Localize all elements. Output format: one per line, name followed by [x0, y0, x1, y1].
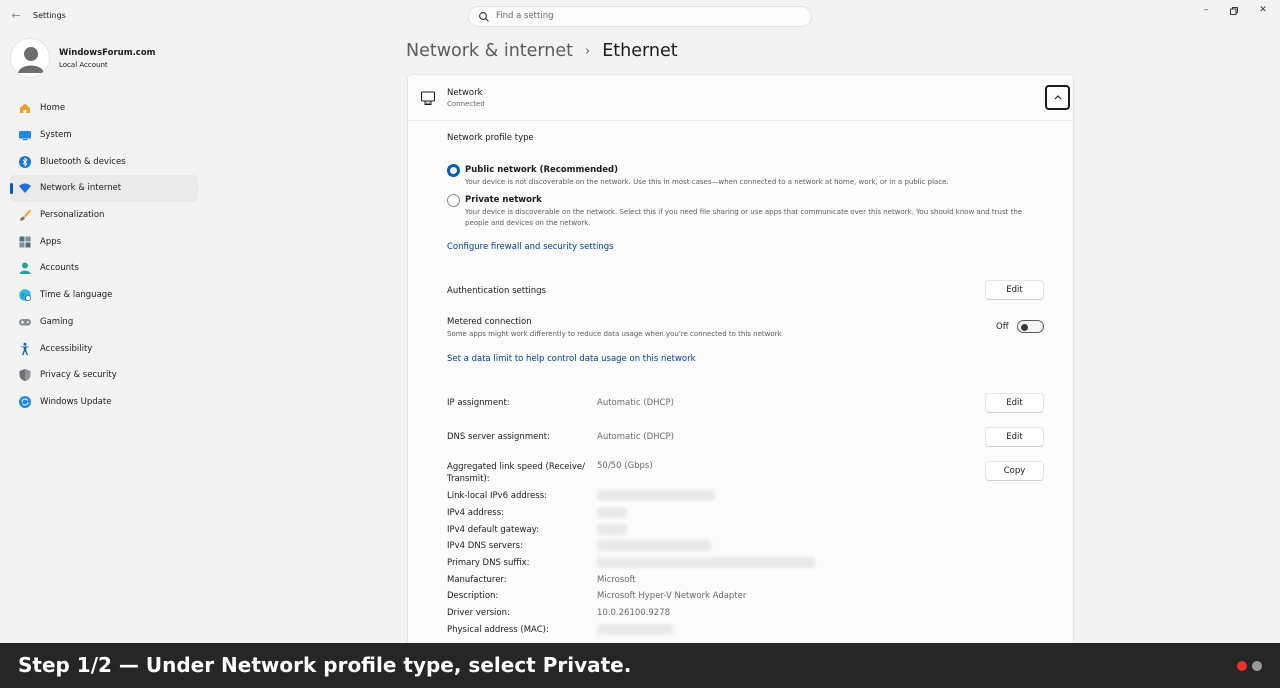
wifi-icon: [19, 183, 31, 194]
account-card[interactable]: WindowsForum.com Local Account: [10, 38, 210, 80]
sidebar-item-windows-update[interactable]: Windows Update: [10, 389, 198, 416]
search-box[interactable]: Find a setting: [468, 6, 812, 27]
sidebar-item-personalization[interactable]: Personalization: [10, 202, 198, 229]
sidebar-nav: Home System Bluetooth & devices Network …: [10, 95, 198, 415]
chevron-right-icon: ›: [585, 43, 591, 59]
step-indicator-inactive: [1252, 661, 1262, 671]
metered-toggle-state: Off: [996, 322, 1009, 332]
close-icon[interactable]: ✕: [1255, 5, 1271, 17]
network-title: Network: [447, 88, 483, 98]
minimize-icon[interactable]: –: [1198, 5, 1214, 17]
sidebar-item-accessibility[interactable]: Accessibility: [10, 335, 198, 362]
ip-assignment-label: IP assignment:: [447, 398, 510, 408]
network-card-header[interactable]: Network Connected: [408, 75, 1073, 121]
sidebar-item-home[interactable]: Home: [10, 95, 198, 122]
redacted-value: [597, 490, 715, 501]
step-instruction: Step 1/2 — Under Network profile type, s…: [18, 653, 632, 677]
chevron-up-icon: [1054, 95, 1061, 100]
property-label: IPv4 default gateway:: [447, 525, 539, 535]
accessibility-icon: [20, 342, 30, 355]
collapse-button[interactable]: [1045, 85, 1070, 110]
brush-icon: [20, 209, 31, 221]
globe-icon: [19, 289, 31, 302]
property-value: Microsoft: [597, 575, 636, 585]
account-type: Local Account: [59, 61, 108, 69]
redacted-value: [597, 507, 627, 518]
gamepad-icon: [19, 318, 31, 326]
tutorial-step-banner: Step 1/2 — Under Network profile type, s…: [0, 643, 1280, 688]
search-icon: [479, 12, 489, 22]
property-label: IPv4 DNS servers:: [447, 541, 523, 551]
shield-icon: [19, 369, 31, 382]
system-icon: [19, 131, 31, 141]
apps-icon: [19, 236, 31, 248]
copy-button[interactable]: Copy: [985, 461, 1044, 481]
public-network-radio[interactable]: [447, 164, 460, 177]
network-status: Connected: [447, 100, 485, 108]
sidebar-item-gaming[interactable]: Gaming: [10, 309, 198, 336]
avatar: [10, 38, 50, 78]
property-value: Microsoft Hyper-V Network Adapter: [597, 591, 747, 601]
authentication-settings-label: Authentication settings: [447, 286, 546, 296]
account-name: WindowsForum.com: [59, 48, 156, 58]
redacted-value: [597, 624, 673, 635]
property-label: Primary DNS suffix:: [447, 558, 530, 568]
property-label: IPv4 address:: [447, 508, 505, 518]
dns-edit-button[interactable]: Edit: [985, 427, 1044, 447]
accounts-icon: [19, 262, 31, 275]
page-title: Ethernet: [602, 41, 678, 61]
property-label: Link-local IPv6 address:: [447, 491, 548, 501]
link-speed-label-line1: Aggregated link speed (Receive/: [447, 462, 585, 472]
dns-assignment-value: Automatic (DHCP): [597, 432, 674, 442]
private-network-desc-line2: people and devices on the network.: [465, 219, 591, 227]
restore-icon[interactable]: [1226, 5, 1242, 17]
link-speed-label-line2: Transmit):: [447, 474, 490, 484]
app-title: Settings: [33, 11, 66, 20]
property-label: Description:: [447, 591, 499, 601]
network-card: Network Connected Network profile type P…: [407, 74, 1074, 688]
bluetooth-icon: [19, 155, 31, 168]
sidebar-item-time-language[interactable]: Time & language: [10, 282, 198, 309]
property-label: Physical address (MAC):: [447, 625, 549, 635]
sidebar-item-apps[interactable]: Apps: [10, 228, 198, 255]
public-network-label[interactable]: Public network (Recommended): [465, 165, 618, 175]
update-icon: [19, 395, 31, 408]
metered-connection-toggle[interactable]: [1017, 320, 1044, 333]
step-indicator-active: [1237, 661, 1247, 671]
breadcrumb: Network & internet › Ethernet: [406, 38, 678, 64]
profile-type-label: Network profile type: [447, 133, 534, 143]
ip-edit-button[interactable]: Edit: [985, 393, 1044, 413]
breadcrumb-parent[interactable]: Network & internet: [406, 41, 573, 61]
link-speed-value: 50/50 (Gbps): [597, 461, 653, 471]
sidebar-item-network[interactable]: Network & internet: [10, 175, 198, 202]
sidebar-item-accounts[interactable]: Accounts: [10, 255, 198, 282]
ip-assignment-value: Automatic (DHCP): [597, 398, 674, 408]
search-input[interactable]: Find a setting: [496, 11, 554, 21]
firewall-settings-link[interactable]: Configure firewall and security settings: [447, 242, 614, 252]
private-network-radio[interactable]: [447, 194, 460, 207]
metered-connection-desc: Some apps might work differently to redu…: [447, 330, 782, 338]
metered-connection-label: Metered connection: [447, 317, 532, 327]
dns-assignment-label: DNS server assignment:: [447, 432, 550, 442]
redacted-value: [597, 557, 815, 568]
auth-edit-button[interactable]: Edit: [985, 280, 1044, 300]
back-arrow-icon[interactable]: ←: [8, 9, 24, 23]
property-value: 10.0.26100.9278: [597, 608, 671, 618]
sidebar-item-privacy[interactable]: Privacy & security: [10, 362, 198, 389]
public-network-desc: Your device is not discoverable on the n…: [465, 178, 949, 186]
home-icon: [20, 103, 30, 114]
sidebar-item-bluetooth[interactable]: Bluetooth & devices: [10, 148, 198, 175]
sidebar-item-system[interactable]: System: [10, 122, 198, 149]
title-bar: ← Settings Find a setting – ✕: [0, 0, 1280, 32]
redacted-value: [597, 540, 711, 551]
private-network-label[interactable]: Private network: [465, 195, 542, 205]
property-label: Manufacturer:: [447, 575, 507, 585]
ethernet-icon: [421, 91, 435, 105]
property-label: Driver version:: [447, 608, 510, 618]
data-limit-link[interactable]: Set a data limit to help control data us…: [447, 354, 696, 364]
private-network-desc-line1: Your device is discoverable on the netwo…: [465, 208, 1023, 216]
redacted-value: [597, 524, 627, 535]
